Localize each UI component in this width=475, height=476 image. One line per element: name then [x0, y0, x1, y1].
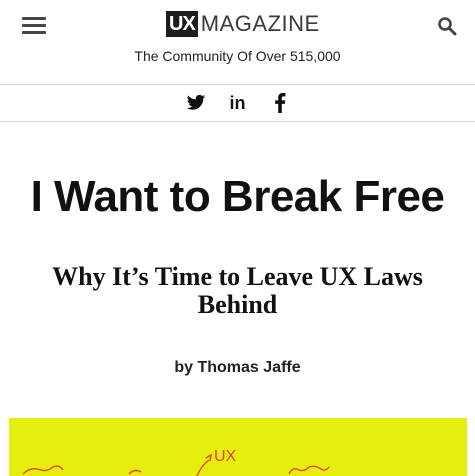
- logo-badge: UX: [166, 11, 198, 37]
- menu-bar: [22, 31, 46, 34]
- facebook-icon[interactable]: [270, 93, 290, 113]
- search-icon[interactable]: [437, 16, 457, 36]
- menu-bar: [22, 24, 46, 27]
- site-logo[interactable]: UX MAGAZINE: [166, 11, 320, 37]
- hamburger-menu-icon[interactable]: [22, 17, 46, 35]
- article-subtitle: Why It’s Time to Leave UX Laws Behind: [52, 262, 423, 319]
- hero-sketch-text: UX: [214, 448, 237, 465]
- site-tagline: The Community Of Over 515,000: [134, 48, 341, 64]
- article-title: I Want to Break Free: [30, 172, 445, 221]
- hero-sketch: UX: [22, 448, 330, 476]
- byline-prefix: by: [174, 359, 194, 376]
- linkedin-icon[interactable]: in: [228, 93, 248, 113]
- twitter-icon[interactable]: [186, 93, 206, 113]
- social-share-bar: in: [0, 85, 475, 122]
- author-link[interactable]: Thomas Jaffe: [197, 359, 300, 376]
- hero-image: UX: [9, 418, 467, 476]
- menu-bar: [22, 17, 46, 20]
- article-byline: by Thomas Jaffe: [0, 359, 475, 377]
- linkedin-label: in: [229, 92, 246, 113]
- site-header: UX MAGAZINE The Community Of Over 515,00…: [0, 0, 475, 85]
- logo-wordmark: MAGAZINE: [200, 11, 320, 36]
